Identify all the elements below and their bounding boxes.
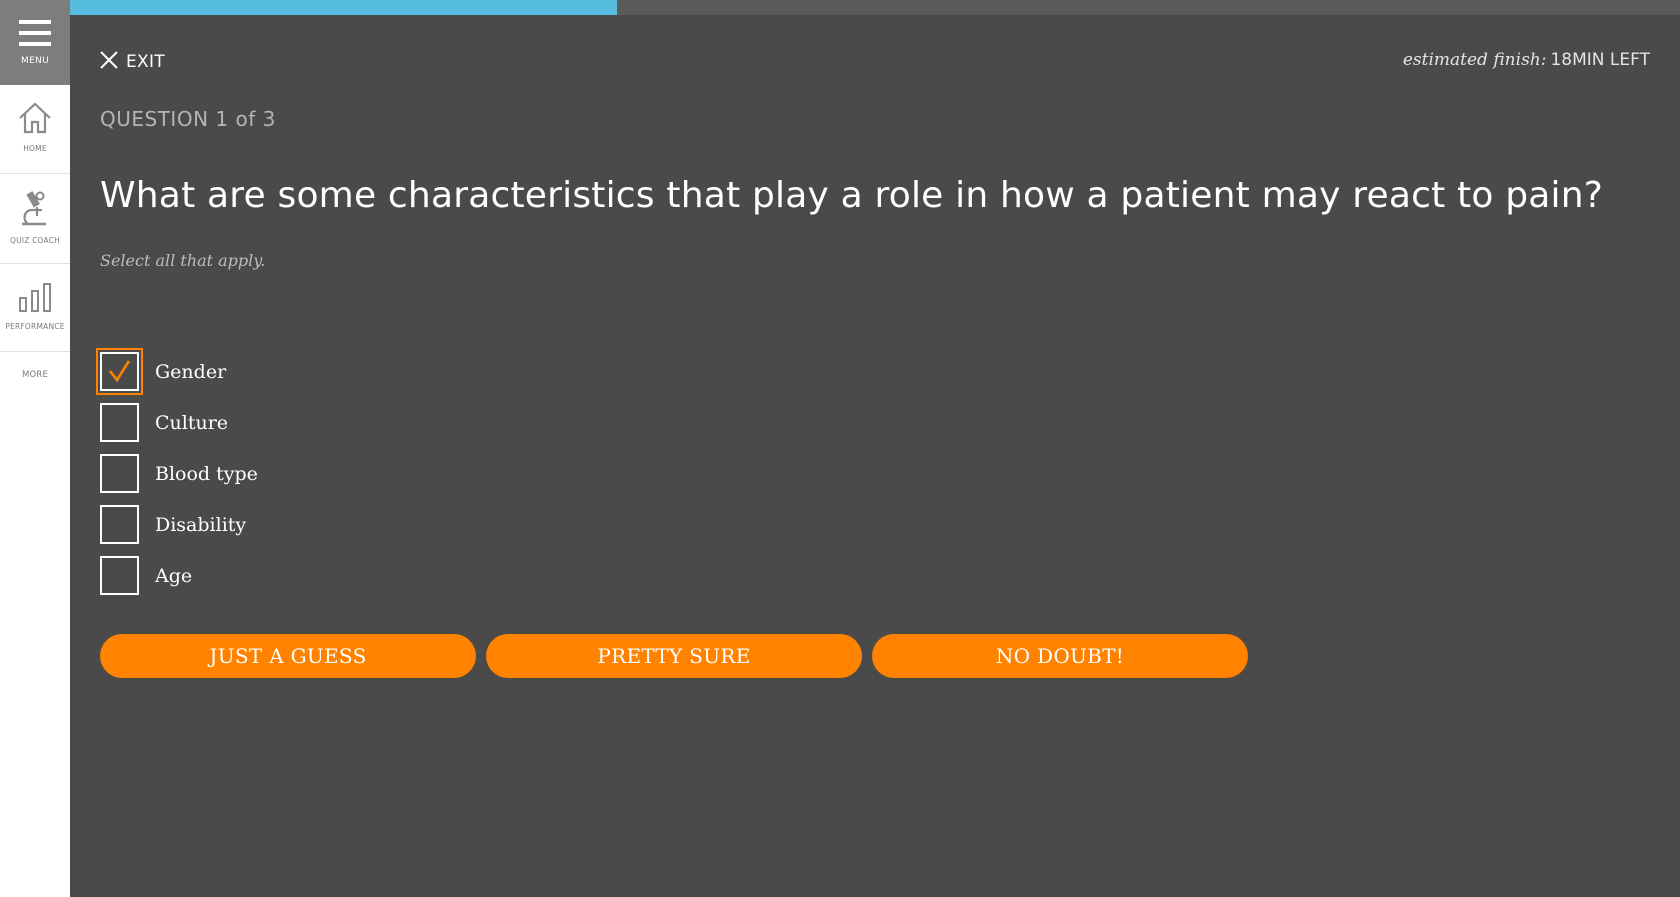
answer-options: Gender Culture Blood type Disability Age	[96, 346, 258, 601]
option-culture[interactable]: Culture	[100, 397, 258, 448]
checkbox[interactable]	[96, 348, 143, 395]
estimated-finish-label: estimated finish:	[1402, 50, 1547, 70]
microscope-icon	[20, 190, 50, 230]
pretty-sure-button[interactable]: PRETTY SURE	[486, 634, 862, 678]
exit-label: EXIT	[126, 52, 165, 72]
question-instruction: Select all that apply.	[100, 251, 266, 270]
menu-label: MENU	[21, 55, 49, 66]
home-icon	[18, 102, 52, 138]
bar-chart-icon	[18, 282, 52, 316]
option-label: Gender	[155, 360, 227, 383]
no-doubt-button[interactable]: NO DOUBT!	[872, 634, 1248, 678]
sidebar-item-quiz-coach[interactable]: QUIZ COACH	[0, 174, 70, 264]
question-count: QUESTION 1 of 3	[100, 107, 276, 131]
checkbox[interactable]	[100, 403, 139, 442]
checkbox[interactable]	[100, 556, 139, 595]
just-a-guess-button[interactable]: JUST A GUESS	[100, 634, 476, 678]
checkbox[interactable]	[100, 454, 139, 493]
checkmark-icon	[108, 360, 131, 383]
estimated-finish-value: 18MIN LEFT	[1550, 50, 1650, 70]
question-text: What are some characteristics that play …	[100, 175, 1604, 216]
close-icon	[100, 51, 118, 73]
progress-track	[70, 0, 1680, 15]
estimated-finish: estimated finish: 18MIN LEFT	[1403, 50, 1650, 70]
menu-button[interactable]: MENU	[0, 0, 70, 85]
option-label: Blood type	[155, 462, 258, 485]
sidebar-item-home[interactable]: HOME	[0, 86, 70, 174]
sidebar-item-label: MORE	[21, 370, 49, 380]
sidebar-item-label: HOME	[23, 144, 47, 153]
confidence-buttons: JUST A GUESS PRETTY SURE NO DOUBT!	[100, 634, 1258, 678]
hamburger-icon	[19, 19, 51, 50]
option-age[interactable]: Age	[100, 550, 258, 601]
sidebar-item-label: QUIZ COACH	[9, 236, 60, 245]
sidebar-item-label: PERFORMANCE	[5, 322, 65, 331]
option-blood-type[interactable]: Blood type	[100, 448, 258, 499]
sidebar: MENU HOME QUIZ COACH PERFORMANCE MORE	[0, 0, 70, 897]
option-label: Disability	[155, 513, 247, 536]
progress-fill	[70, 0, 618, 15]
option-label: Age	[155, 564, 193, 587]
sidebar-item-performance[interactable]: PERFORMANCE	[0, 264, 70, 352]
option-label: Culture	[155, 411, 229, 434]
sidebar-item-more[interactable]: MORE	[0, 352, 70, 400]
option-disability[interactable]: Disability	[100, 499, 258, 550]
exit-button[interactable]: EXIT	[100, 51, 165, 73]
option-gender[interactable]: Gender	[96, 346, 258, 397]
checkbox[interactable]	[100, 505, 139, 544]
